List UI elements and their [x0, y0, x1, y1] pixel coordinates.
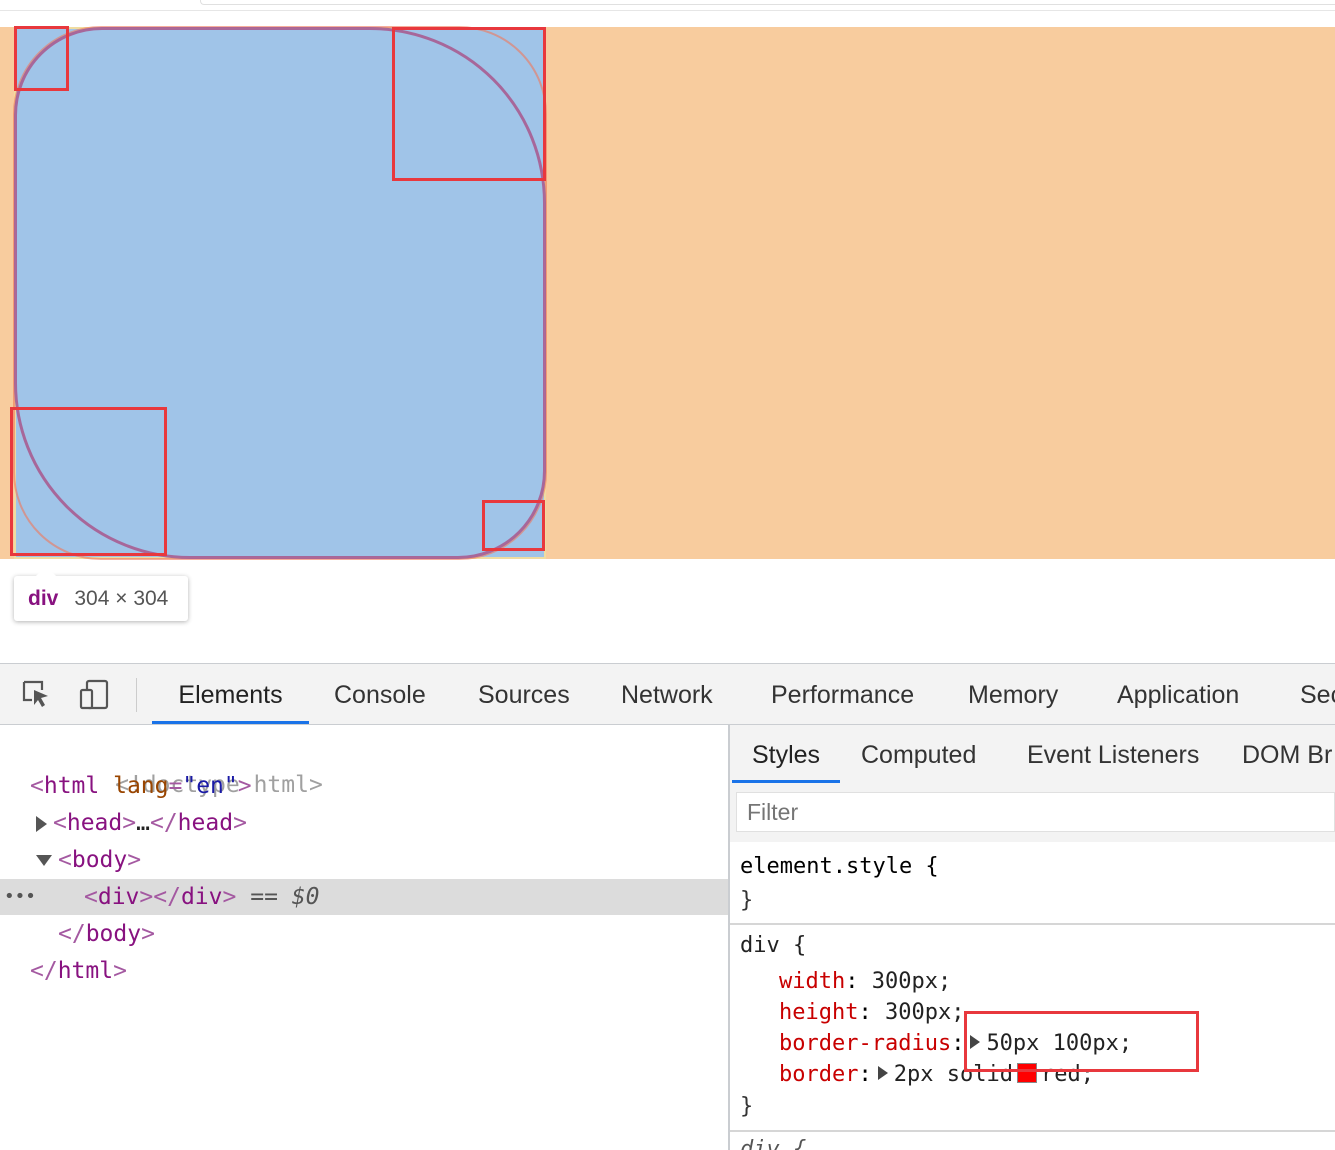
head-tag: head — [66, 810, 123, 836]
div-close-tag: div — [180, 884, 223, 910]
html-tag: html — [43, 773, 100, 799]
tab-sources[interactable]: Sources — [478, 664, 570, 724]
toolbar-separator — [136, 678, 137, 712]
element-style-rule: element.style { } — [730, 845, 1335, 913]
element-size-tooltip: div 304 × 304 — [14, 566, 188, 621]
element-style-close: } — [740, 888, 754, 913]
annotation-box-top-right — [392, 27, 546, 181]
annotation-box-bottom-right — [482, 500, 545, 551]
head-close-tag: head — [177, 810, 234, 836]
dom-body-open[interactable]: <body> — [0, 842, 728, 878]
tab-dom-breakpoints[interactable]: DOM Br — [1242, 725, 1332, 783]
expand-shorthand-icon[interactable] — [877, 1066, 888, 1080]
next-rule: div { — [730, 1132, 1335, 1150]
dom-div-selected[interactable]: ••• <div></div> == $0 — [0, 879, 728, 915]
html-attr: lang — [113, 773, 169, 799]
div-rule-close: } — [740, 1094, 754, 1119]
tab-memory[interactable]: Memory — [968, 664, 1058, 724]
collapse-triangle-icon[interactable] — [36, 855, 52, 866]
body-close-tag: body — [85, 921, 142, 947]
selected-marker: == $0 — [250, 884, 320, 910]
prop-height-value: 300px; — [884, 1000, 965, 1025]
page-viewport — [0, 26, 1335, 560]
tooltip-size: 304 × 304 — [74, 586, 169, 610]
tab-styles[interactable]: Styles — [732, 725, 840, 783]
tab-application[interactable]: Application — [1117, 664, 1239, 724]
body-tag: body — [71, 847, 128, 873]
prop-width-value: 300px; — [871, 969, 952, 994]
devtools-toolbar: Elements Console Sources Network Perform… — [0, 664, 1335, 725]
div-tag: div — [97, 884, 140, 910]
tab-event-listeners[interactable]: Event Listeners — [1027, 725, 1199, 783]
div-rule-selector[interactable]: div { — [740, 930, 806, 961]
prop-width[interactable]: width: 300px; — [779, 966, 951, 997]
device-toolbar-icon[interactable] — [78, 678, 110, 710]
head-ellipsis: … — [136, 810, 150, 836]
annotation-box-bottom-left — [10, 407, 167, 556]
tab-elements[interactable]: Elements — [152, 664, 309, 724]
annotation-box-radius-value — [964, 1011, 1199, 1072]
dom-body-close[interactable]: </body> — [0, 916, 728, 952]
expand-triangle-icon[interactable] — [36, 815, 47, 832]
tooltip-tag: div — [28, 586, 59, 610]
dom-html-open[interactable]: <html lang="en"> — [0, 768, 728, 804]
tab-computed[interactable]: Computed — [861, 725, 976, 783]
tab-network[interactable]: Network — [621, 664, 713, 724]
prop-width-name: width — [779, 969, 846, 994]
styles-tabbar: Styles Computed Event Listeners DOM Br — [730, 725, 1335, 784]
margin-overlay-right — [546, 27, 1335, 559]
prop-height[interactable]: height: 300px; — [779, 997, 964, 1028]
inspect-element-icon[interactable] — [20, 678, 52, 710]
more-dots-icon[interactable]: ••• — [4, 879, 36, 915]
annotation-box-top-left — [14, 26, 69, 91]
tab-security-truncated[interactable]: Sec — [1300, 664, 1335, 724]
html-attr-value: "en" — [182, 773, 238, 799]
elements-dom-tree: <!doctype html> <html lang="en"> <head>…… — [0, 725, 728, 1150]
tab-performance[interactable]: Performance — [771, 664, 914, 724]
dom-doctype[interactable]: <!doctype html> — [0, 731, 728, 798]
prop-height-name: height — [779, 1000, 859, 1025]
tab-console[interactable]: Console — [334, 664, 426, 724]
dom-html-close[interactable]: </html> — [0, 953, 728, 989]
prop-radius-name: border-radius — [779, 1031, 952, 1056]
styles-filter-input[interactable]: Filter — [736, 792, 1335, 832]
browser-top-edge — [0, 0, 1335, 11]
styles-pane: Styles Computed Event Listeners DOM Br F… — [730, 725, 1335, 1150]
devtools-panel: Elements Console Sources Network Perform… — [0, 663, 1335, 1150]
html-close-tag: html — [57, 958, 114, 984]
next-rule-selector[interactable]: div { — [740, 1134, 806, 1150]
element-style-selector[interactable]: element.style { — [740, 851, 939, 882]
prop-border-name: border — [779, 1062, 859, 1087]
dom-head[interactable]: <head>…</head> — [0, 805, 728, 841]
